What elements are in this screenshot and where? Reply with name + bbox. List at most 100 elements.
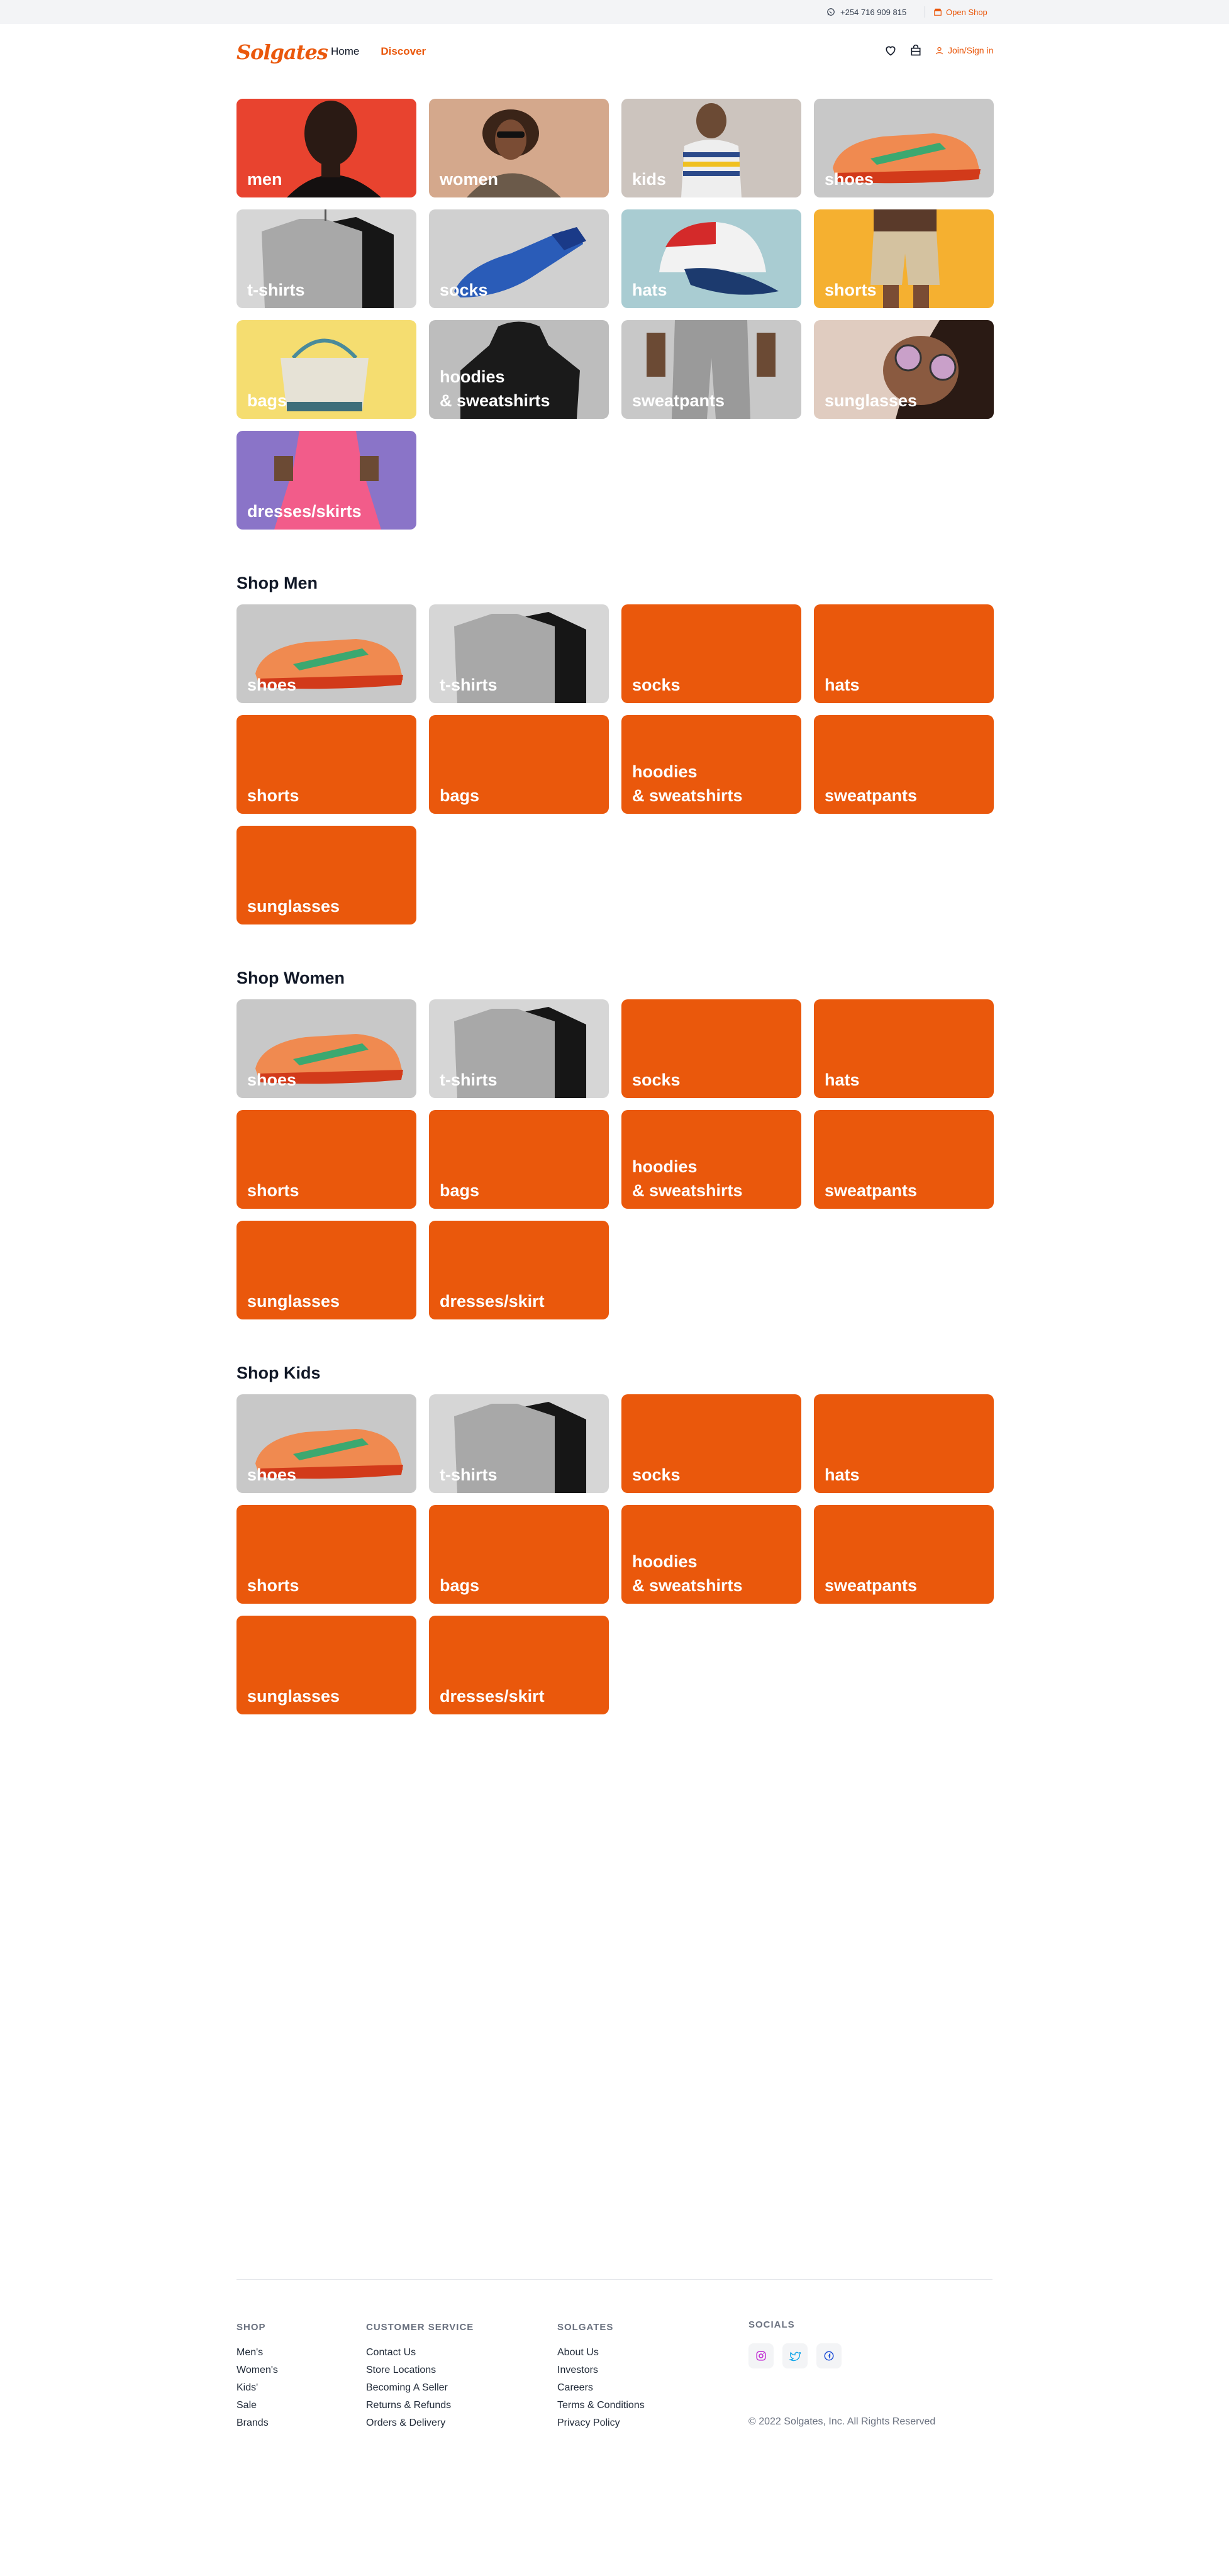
section-title-shop-men: Shop Men — [236, 574, 318, 592]
category-tile-hats[interactable]: hats — [621, 209, 801, 308]
tile-label: dresses/skirt — [440, 1292, 545, 1311]
category-tile-bags[interactable]: bags — [236, 320, 416, 419]
women-tile-socks[interactable]: socks — [621, 999, 801, 1098]
join-label: Join/Sign in — [948, 45, 994, 55]
phone-contact[interactable]: +254 716 909 815 — [826, 6, 906, 18]
tile-label: shoes — [247, 1465, 297, 1484]
footer-link-becoming-seller[interactable]: Becoming A Seller — [366, 2379, 474, 2397]
men-tile-hoodies[interactable]: hoodies & sweatshirts — [621, 715, 801, 814]
heart-icon[interactable] — [884, 44, 897, 57]
logo[interactable]: Solgates — [236, 40, 328, 64]
footer-link-careers[interactable]: Careers — [557, 2379, 645, 2397]
men-tile-hats[interactable]: hats — [814, 604, 994, 703]
women-tile-dresses-skirt[interactable]: dresses/skirt — [429, 1221, 609, 1319]
women-tile-hats[interactable]: hats — [814, 999, 994, 1098]
women-tile-sunglasses[interactable]: sunglasses — [236, 1221, 416, 1319]
tile-label: t-shirts — [440, 1465, 498, 1484]
tile-label: hats — [825, 1070, 860, 1089]
women-tile-shorts[interactable]: shorts — [236, 1110, 416, 1209]
tile-label: sunglasses — [825, 391, 918, 410]
footer-link-contact-us[interactable]: Contact Us — [366, 2344, 474, 2362]
section-title-shop-women: Shop Women — [236, 969, 345, 987]
footer-link-sale[interactable]: Sale — [236, 2397, 278, 2414]
tile-label: sweatpants — [825, 786, 918, 805]
category-tile-women[interactable]: women — [429, 99, 609, 197]
phone-number: +254 716 909 815 — [840, 7, 907, 17]
footer-link-mens[interactable]: Men's — [236, 2344, 278, 2362]
whatsapp-icon — [827, 8, 835, 16]
men-tile-shoes[interactable]: shoes — [236, 604, 416, 703]
kids-tile-hats[interactable]: hats — [814, 1394, 994, 1493]
tile-label: women — [440, 170, 499, 189]
tile-label: socks — [632, 675, 681, 694]
tile-label: shorts — [247, 1576, 299, 1595]
men-tile-sweatpants[interactable]: sweatpants — [814, 715, 994, 814]
kids-tile-shoes[interactable]: shoes — [236, 1394, 416, 1493]
footer-heading: SHOP — [236, 2322, 266, 2333]
kids-tile-t-shirts[interactable]: t-shirts — [429, 1394, 609, 1493]
men-tile-bags[interactable]: bags — [429, 715, 609, 814]
category-tile-hoodies[interactable]: hoodies & sweatshirts — [429, 320, 609, 419]
kids-tile-dresses-skirt[interactable]: dresses/skirt — [429, 1616, 609, 1714]
category-tile-dresses-skirts[interactable]: dresses/skirts — [236, 431, 416, 530]
footer-link-investors[interactable]: Investors — [557, 2362, 645, 2379]
footer-link-privacy[interactable]: Privacy Policy — [557, 2414, 645, 2432]
tile-label: hoodies & sweatshirts — [440, 367, 550, 410]
tile-label: sweatpants — [825, 1181, 918, 1200]
tile-label: bags — [440, 1576, 480, 1595]
footer-link-terms[interactable]: Terms & Conditions — [557, 2397, 645, 2414]
women-tile-hoodies[interactable]: hoodies & sweatshirts — [621, 1110, 801, 1209]
category-tile-shorts[interactable]: shorts — [814, 209, 994, 308]
copyright-text: © 2022 Solgates, Inc. All Rights Reserve… — [748, 2416, 936, 2427]
tile-label: sunglasses — [247, 1292, 340, 1311]
tile-label: shoes — [247, 675, 297, 694]
twitter-button[interactable] — [782, 2343, 808, 2368]
women-tile-t-shirts[interactable]: t-shirts — [429, 999, 609, 1098]
facebook-button[interactable] — [816, 2343, 842, 2368]
men-tile-t-shirts[interactable]: t-shirts — [429, 604, 609, 703]
category-tile-socks[interactable]: socks — [429, 209, 609, 308]
men-tile-shorts[interactable]: shorts — [236, 715, 416, 814]
footer-link-brands[interactable]: Brands — [236, 2414, 278, 2432]
twitter-icon — [789, 2351, 801, 2362]
kids-tile-hoodies[interactable]: hoodies & sweatshirts — [621, 1505, 801, 1604]
kids-tile-sunglasses[interactable]: sunglasses — [236, 1616, 416, 1714]
kids-tile-bags[interactable]: bags — [429, 1505, 609, 1604]
open-shop-link[interactable]: Open Shop — [933, 6, 987, 18]
category-tile-shoes[interactable]: shoes — [814, 99, 994, 197]
instagram-button[interactable] — [748, 2343, 774, 2368]
women-tile-shoes[interactable]: shoes — [236, 999, 416, 1098]
men-tile-sunglasses[interactable]: sunglasses — [236, 826, 416, 924]
footer-link-orders-delivery[interactable]: Orders & Delivery — [366, 2414, 474, 2432]
footer-heading: SOCIALS — [748, 2319, 795, 2330]
nav-discover[interactable]: Discover — [381, 45, 426, 58]
kids-tile-shorts[interactable]: shorts — [236, 1505, 416, 1604]
category-tile-sweatpants[interactable]: sweatpants — [621, 320, 801, 419]
footer-link-womens[interactable]: Women's — [236, 2362, 278, 2379]
social-buttons — [748, 2343, 842, 2368]
join-sign-in-link[interactable]: Join/Sign in — [935, 45, 993, 55]
tile-label: t-shirts — [440, 675, 498, 694]
shopping-bag-icon[interactable] — [909, 44, 922, 57]
footer-link-store-locations[interactable]: Store Locations — [366, 2362, 474, 2379]
tile-label: t-shirts — [440, 1070, 498, 1089]
footer-link-returns-refunds[interactable]: Returns & Refunds — [366, 2397, 474, 2414]
tile-label: bags — [440, 786, 480, 805]
kids-tile-socks[interactable]: socks — [621, 1394, 801, 1493]
women-tile-bags[interactable]: bags — [429, 1110, 609, 1209]
women-tile-sweatpants[interactable]: sweatpants — [814, 1110, 994, 1209]
category-tile-kids[interactable]: kids — [621, 99, 801, 197]
nav-home[interactable]: Home — [331, 45, 359, 58]
kids-tile-sweatpants[interactable]: sweatpants — [814, 1505, 994, 1604]
men-tile-socks[interactable]: socks — [621, 604, 801, 703]
footer-link-about-us[interactable]: About Us — [557, 2344, 645, 2362]
user-icon — [935, 47, 943, 54]
tile-label: shorts — [247, 786, 299, 805]
category-tile-sunglasses[interactable]: sunglasses — [814, 320, 994, 419]
footer-link-kids[interactable]: Kids' — [236, 2379, 278, 2397]
footer-shop-column: SHOP Men's Women's Kids' Sale Brands — [236, 2322, 278, 2432]
category-tile-men[interactable]: men — [236, 99, 416, 197]
tile-label: shoes — [825, 170, 874, 189]
category-tile-t-shirts[interactable]: t-shirts — [236, 209, 416, 308]
tile-label: hats — [825, 1465, 860, 1484]
